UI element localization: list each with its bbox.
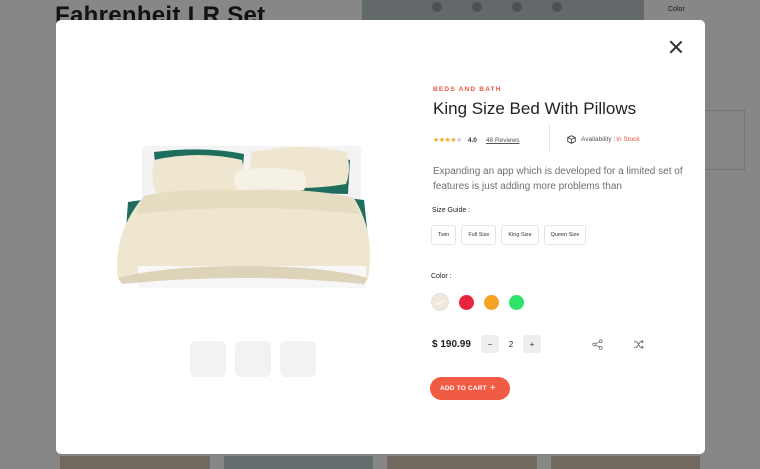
star-rating-icon: ★★★★★ bbox=[433, 137, 462, 144]
rating: ★★★★★ 4.0 48 Reviews bbox=[433, 133, 520, 147]
plus-icon: + bbox=[489, 382, 496, 394]
availability-status: In Stock bbox=[616, 136, 640, 143]
color-swatch[interactable] bbox=[459, 294, 474, 310]
color-swatch[interactable] bbox=[509, 294, 524, 310]
quantity-increase-button[interactable]: + bbox=[523, 335, 541, 353]
color-label: Color : bbox=[431, 273, 452, 280]
product-category[interactable]: BEDS AND BATH bbox=[433, 86, 502, 93]
product-price: $ 190.99 bbox=[432, 339, 471, 350]
color-swatch[interactable] bbox=[484, 294, 499, 310]
quantity-decrease-button[interactable]: − bbox=[481, 335, 499, 353]
color-swatch-selected[interactable] bbox=[431, 293, 449, 311]
add-to-cart-button[interactable]: ADD TO CART + bbox=[430, 377, 510, 400]
divider bbox=[549, 125, 550, 151]
thumbnail[interactable] bbox=[190, 341, 226, 377]
size-option-twin[interactable]: Twin bbox=[431, 225, 457, 245]
size-guide-label: Size Guide : bbox=[432, 207, 471, 214]
product-title: King Size Bed With Pillows bbox=[433, 99, 637, 118]
quick-view-modal: BEDS AND BATH King Size Bed With Pillows… bbox=[56, 20, 705, 454]
size-option-queen[interactable]: Queen Size bbox=[543, 225, 587, 245]
shuffle-icon[interactable] bbox=[633, 339, 644, 350]
box-icon bbox=[567, 135, 576, 144]
product-image bbox=[114, 138, 374, 298]
product-description: Expanding an app which is developed for … bbox=[433, 166, 683, 192]
color-options bbox=[431, 293, 524, 311]
size-options: Twin Full Size King Size Queen Size bbox=[431, 225, 587, 245]
product-details: BEDS AND BATH King Size Bed With Pillows… bbox=[430, 20, 693, 454]
reviews-link[interactable]: 48 Reviews bbox=[486, 137, 520, 144]
thumbnail-list bbox=[190, 341, 316, 377]
thumbnail[interactable] bbox=[280, 341, 316, 377]
quantity-stepper: − 2 + bbox=[481, 335, 541, 353]
availability-label: Availability : bbox=[581, 136, 616, 143]
availability: Availability : In Stock bbox=[567, 135, 640, 144]
thumbnail[interactable] bbox=[235, 341, 271, 377]
size-option-king[interactable]: King Size bbox=[501, 225, 539, 245]
size-option-full[interactable]: Full Size bbox=[461, 225, 497, 245]
share-icon[interactable] bbox=[592, 339, 603, 350]
rating-value: 4.0 bbox=[467, 136, 477, 144]
add-to-cart-label: ADD TO CART bbox=[440, 385, 487, 392]
quantity-value[interactable]: 2 bbox=[499, 340, 523, 349]
